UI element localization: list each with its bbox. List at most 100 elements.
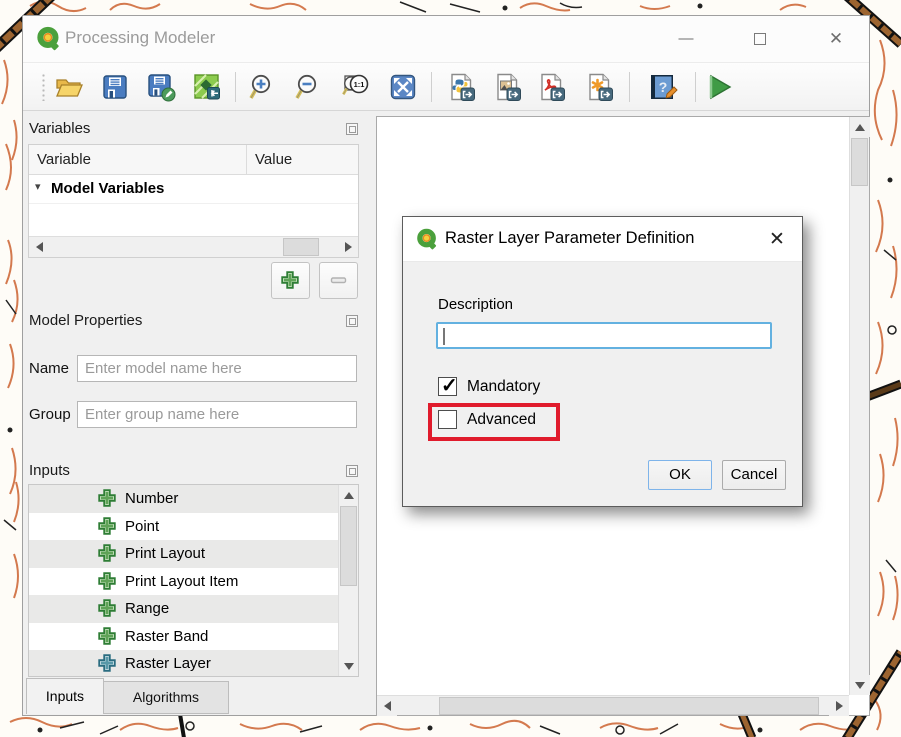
mandatory-checkbox[interactable]: ✓ (438, 377, 457, 396)
input-item-raster-layer[interactable]: Raster Layer (29, 650, 340, 677)
zoom-actual-icon: 1:1 (339, 72, 371, 102)
scrollbar-thumb[interactable] (340, 506, 357, 586)
scroll-right-icon (836, 701, 843, 711)
remove-variable-button[interactable] (319, 262, 358, 299)
name-label: Name (29, 360, 69, 377)
canvas-v-scrollbar[interactable] (849, 117, 869, 695)
save-model-button[interactable] (97, 69, 133, 105)
scroll-right-button[interactable] (338, 237, 358, 257)
scrollbar-thumb[interactable] (439, 697, 819, 715)
scroll-down-button[interactable] (339, 656, 359, 676)
run-play-icon (704, 72, 734, 102)
plus-icon (98, 627, 117, 646)
export-pdf-button[interactable] (533, 69, 569, 105)
qgis-logo-icon (36, 26, 62, 52)
float-panel-icon[interactable] (346, 465, 358, 477)
close-window-button[interactable]: ✕ (813, 16, 859, 62)
window-titlebar[interactable]: Processing Modeler — ✕ (23, 16, 869, 62)
open-folder-icon (54, 72, 84, 102)
zoom-in-button[interactable] (245, 69, 281, 105)
svg-text:1:1: 1:1 (354, 80, 365, 89)
export-model-image-button[interactable] (189, 69, 225, 105)
plus-icon (98, 599, 117, 618)
text-caret (443, 328, 445, 345)
edit-help-button[interactable]: ? (645, 69, 681, 105)
plus-icon (98, 572, 117, 591)
zoom-actual-button[interactable]: 1:1 (337, 69, 373, 105)
zoom-out-button[interactable] (291, 69, 327, 105)
window-title: Processing Modeler (65, 28, 215, 48)
export-python-button[interactable] (443, 69, 479, 105)
plus-icon (98, 489, 117, 508)
float-panel-icon[interactable] (346, 123, 358, 135)
description-label: Description (438, 296, 513, 313)
scroll-up-button[interactable] (339, 485, 359, 505)
input-item-range[interactable]: Range (29, 595, 340, 623)
maximize-icon (754, 33, 766, 45)
scroll-left-button[interactable] (29, 237, 49, 257)
close-icon: ✕ (769, 229, 785, 250)
close-dialog-button[interactable]: ✕ (762, 225, 792, 255)
mandatory-checkbox-row[interactable]: ✓ Mandatory (438, 377, 540, 396)
input-item-point[interactable]: Point (29, 513, 340, 541)
canvas-h-scrollbar[interactable] (377, 695, 849, 715)
cancel-button[interactable]: Cancel (722, 460, 786, 490)
close-icon: ✕ (829, 29, 843, 48)
scroll-down-icon (855, 682, 865, 689)
toolbar-separator (629, 72, 630, 102)
expander-icon[interactable]: ▾ (35, 180, 41, 193)
export-image-button[interactable] (489, 69, 525, 105)
scroll-down-icon (344, 663, 354, 670)
scroll-right-button[interactable] (829, 696, 849, 716)
model-image-icon (192, 72, 222, 102)
inputs-v-scrollbar[interactable] (338, 485, 358, 676)
zoom-out-icon (294, 72, 324, 102)
description-input[interactable] (436, 322, 772, 349)
zoom-in-icon (248, 72, 278, 102)
help-book-icon: ? (647, 72, 679, 102)
toolbar-drag-handle[interactable] (41, 73, 46, 101)
add-variable-button[interactable] (271, 262, 310, 299)
input-item-print-layout[interactable]: Print Layout (29, 540, 340, 568)
scroll-down-button[interactable] (850, 675, 870, 695)
variables-h-scrollbar[interactable] (29, 236, 358, 257)
maximize-button[interactable] (737, 16, 783, 62)
group-label: Group (29, 406, 71, 423)
qgis-logo-icon (416, 228, 439, 251)
open-model-button[interactable] (51, 69, 87, 105)
toolbar: 1:1 (23, 62, 869, 111)
save-model-as-button[interactable] (143, 69, 179, 105)
column-header-value[interactable]: Value (247, 145, 292, 174)
model-name-input[interactable] (77, 355, 357, 382)
tab-inputs[interactable]: Inputs (26, 678, 104, 714)
scroll-left-icon (36, 242, 43, 252)
dialog-titlebar[interactable]: Raster Layer Parameter Definition ✕ (403, 217, 802, 262)
scroll-up-button[interactable] (850, 117, 870, 137)
plus-icon (98, 544, 117, 563)
scrollbar-thumb[interactable] (283, 238, 319, 256)
tab-algorithms[interactable]: Algorithms (103, 681, 229, 714)
input-item-number[interactable]: Number (29, 485, 340, 513)
ok-button[interactable]: OK (648, 460, 712, 490)
minimize-button[interactable]: — (663, 16, 709, 62)
input-item-print-layout-item[interactable]: Print Layout Item (29, 568, 340, 596)
model-group-input[interactable] (77, 401, 357, 428)
float-panel-icon[interactable] (346, 315, 358, 327)
model-variables-group-row[interactable]: ▾ Model Variables (29, 175, 358, 204)
pdf-file-icon (536, 72, 566, 102)
scroll-up-icon (344, 492, 354, 499)
svg-text:?: ? (659, 79, 668, 95)
zoom-full-button[interactable] (385, 69, 421, 105)
scroll-up-icon (855, 124, 865, 131)
export-svg-button[interactable] (581, 69, 617, 105)
scroll-left-button[interactable] (377, 696, 397, 716)
column-header-variable[interactable]: Variable (29, 145, 247, 174)
scroll-left-icon (384, 701, 391, 711)
variables-panel-title: Variables (29, 120, 90, 137)
input-item-raster-band[interactable]: Raster Band (29, 623, 340, 651)
inputs-panel-title: Inputs (29, 462, 70, 479)
save-icon (100, 72, 130, 102)
run-model-button[interactable] (701, 69, 737, 105)
scrollbar-thumb[interactable] (851, 138, 868, 186)
plus-icon (98, 517, 117, 536)
